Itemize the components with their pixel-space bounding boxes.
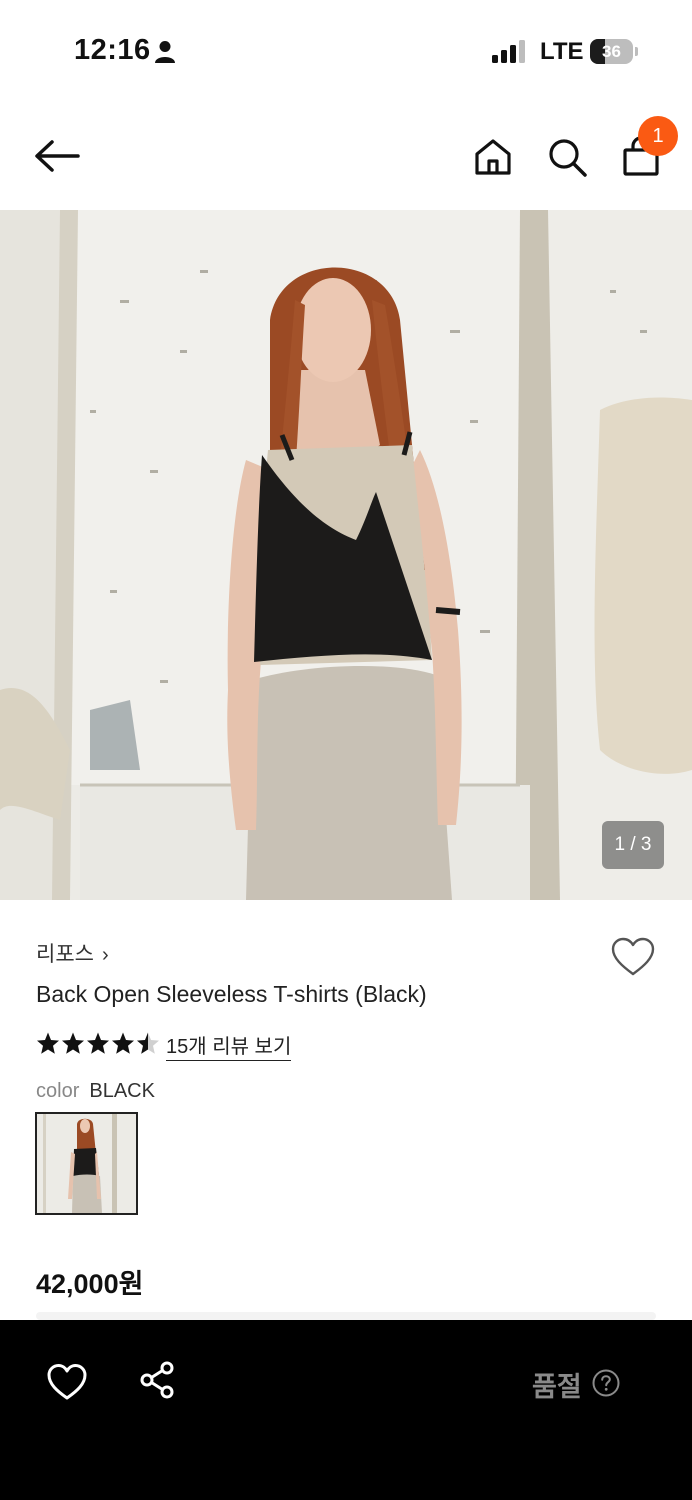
back-arrow-icon[interactable] [30,136,82,176]
product-image[interactable] [0,210,692,900]
rating-stars [37,1032,159,1054]
color-swatch-thumbnail[interactable] [35,1112,138,1215]
status-time: 12:16 [74,34,151,66]
bottom-action-bar: 품절 [0,1320,692,1500]
color-value: BLACK [89,1080,155,1102]
brand-name: 리포스 [36,943,94,966]
home-icon[interactable] [472,136,514,178]
person-icon [155,41,175,63]
help-icon[interactable] [592,1369,620,1397]
sold-out-label: 품절 [532,1372,582,1402]
product-title: Back Open Sleeveless T-shirts (Black) [36,981,427,1007]
product-photo [0,210,692,900]
signal-icon [492,40,525,63]
battery-icon: 36 [590,39,638,64]
heart-icon[interactable] [46,1362,88,1402]
star-icon [62,1032,84,1054]
app-header [0,100,692,210]
review-link[interactable]: 15개 리뷰 보기 [166,1030,292,1061]
color-label: color [36,1080,80,1102]
brand-link[interactable]: 리포스 › [36,938,109,968]
star-icon [37,1032,59,1054]
star-icon [137,1032,159,1054]
battery-level: 36 [602,42,621,61]
star-icon [87,1032,109,1054]
color-row: color BLACK [36,1080,155,1103]
swatch-photo [37,1114,136,1213]
heart-outline-icon[interactable] [610,936,656,978]
network-label: LTE [540,38,584,65]
chevron-right-icon: › [101,944,109,966]
divider [36,1312,656,1320]
search-icon[interactable] [546,136,588,178]
product-detail-page: 12:16 LTE 36 1 1 / 3 리포스 › Back Open Sle… [0,0,692,1500]
share-icon[interactable] [138,1360,178,1400]
cart-count-badge: 1 [638,116,678,156]
star-icon [112,1032,134,1054]
status-bar: 12:16 LTE 36 [0,0,692,100]
price: 42,000원 [36,1269,144,1299]
image-counter: 1 / 3 [602,821,664,869]
